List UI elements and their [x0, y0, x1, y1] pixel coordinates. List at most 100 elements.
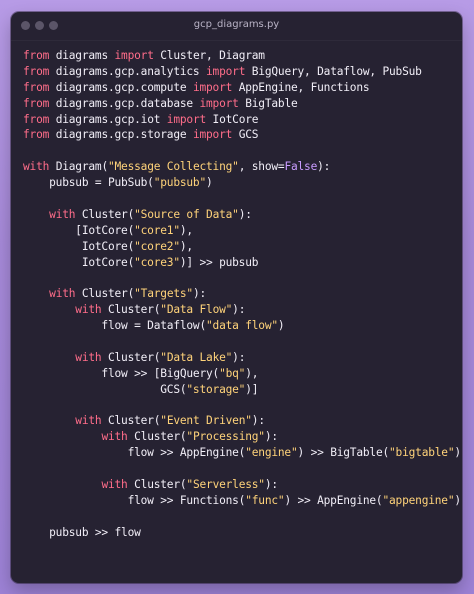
code-keyword: import	[192, 128, 233, 142]
code-keyword: from	[23, 96, 50, 110]
code-string: "bigtable"	[389, 446, 455, 460]
code-text: GCS(	[23, 382, 187, 396]
code-line: with Cluster("Serverless"):	[23, 477, 461, 493]
code-text: IotCore(	[23, 239, 135, 253]
code-keyword: with	[49, 287, 76, 301]
code-text: flow >> Functions(	[23, 493, 246, 507]
code-line: IotCore("core3")] >> pubsub	[23, 255, 461, 271]
code-string: "appengine"	[382, 493, 455, 507]
code-string: "Targets"	[134, 287, 193, 301]
code-text: pubsub = PubSub(	[23, 176, 154, 190]
code-string: "Event Driven"	[160, 414, 252, 428]
code-keyword: with	[75, 350, 102, 364]
code-line: flow >> AppEngine("engine") >> BigTable(…	[23, 445, 462, 461]
code-keyword: from	[23, 80, 50, 94]
code-text: diagrams.gcp.storage	[49, 128, 193, 142]
code-string: "bq"	[219, 366, 246, 380]
code-text: flow = Dataflow(	[23, 319, 206, 333]
code-line: from diagrams.gcp.analytics import BigQu…	[23, 64, 461, 80]
code-text: Cluster(	[75, 287, 135, 301]
code-string: "Message Collecting"	[107, 160, 239, 174]
code-text: Cluster(	[127, 478, 187, 492]
code-line: with Cluster("Source of Data"):	[23, 207, 461, 223]
code-text: ):	[317, 160, 331, 174]
title-bar: gcp_diagrams.py	[11, 12, 462, 41]
code-string: "core1"	[134, 223, 180, 237]
code-text: ):	[192, 287, 207, 301]
code-string: "Data Flow"	[160, 303, 233, 317]
code-text: flow >> [BigQuery(	[23, 366, 220, 380]
code-text: BigTable	[238, 96, 298, 110]
code-string: "Data Lake"	[160, 350, 233, 364]
code-string: "func"	[245, 493, 285, 507]
code-text: ) >> BigTable(	[297, 446, 390, 460]
code-keyword: with	[75, 303, 102, 317]
code-line: from diagrams.gcp.database import BigTab…	[23, 96, 461, 112]
code-text: )] >> pubsub	[179, 255, 259, 269]
editor-window: gcp_diagrams.py from diagrams import Clu…	[11, 12, 462, 583]
code-text: pubsub >> flow	[23, 525, 141, 539]
code-string: "engine"	[245, 446, 298, 460]
code-line: GCS("storage")]	[23, 382, 461, 398]
code-keyword: import	[166, 112, 207, 126]
code-text: ),	[245, 366, 259, 380]
code-line: with Cluster("Event Driven"):	[23, 413, 461, 429]
code-keyword: from	[23, 112, 50, 126]
code-string: "core2"	[134, 239, 180, 253]
code-text: Diagram(	[49, 160, 108, 174]
code-text: ):	[238, 207, 252, 221]
code-text: AppEngine, Functions	[232, 80, 370, 94]
code-keyword: import	[199, 96, 239, 110]
code-text: IotCore	[206, 112, 259, 126]
code-keyword: with	[101, 430, 128, 444]
code-text: ) >> AppEngine(	[284, 493, 383, 507]
code-line: with Cluster("Data Flow"):	[23, 302, 461, 318]
code-editor[interactable]: from diagrams import Cluster, Diagram fro…	[23, 48, 461, 541]
code-text: BigQuery, Dataflow, PubSub	[245, 64, 422, 78]
code-line: [IotCore("core1"),	[23, 223, 461, 239]
code-text: ):	[264, 430, 278, 444]
code-keyword: with	[49, 207, 76, 221]
code-line: with Cluster("Data Lake"):	[23, 350, 461, 366]
code-text: Cluster, Diagram	[153, 49, 265, 62]
code-text: ):	[264, 478, 278, 492]
code-text: Cluster(	[101, 414, 161, 428]
code-string: "Source of Data"	[134, 207, 239, 221]
code-string: "Processing"	[186, 430, 265, 444]
code-string: "data flow"	[206, 319, 278, 333]
code-text: ),	[179, 223, 193, 237]
code-text: )	[454, 446, 461, 460]
code-keyword: with	[101, 478, 128, 492]
code-text: Cluster(	[101, 350, 161, 364]
code-line: flow >> Functions("func") >> AppEngine("…	[23, 493, 462, 509]
code-keyword: import	[192, 80, 233, 94]
code-line: IotCore("core2"),	[23, 239, 461, 255]
code-keyword: with	[75, 414, 102, 428]
code-text: GCS	[232, 128, 259, 142]
code-text: ),	[179, 239, 193, 253]
code-text: ):	[251, 414, 265, 428]
code-text: Cluster(	[75, 207, 135, 221]
code-keyword: import	[114, 49, 154, 62]
code-string: "Serverless"	[186, 478, 265, 492]
code-text: , show=	[238, 160, 285, 174]
code-text: )]	[245, 382, 259, 396]
code-string: "storage"	[186, 382, 246, 396]
code-text: Cluster(	[127, 430, 187, 444]
code-text: )	[454, 493, 461, 507]
code-line: pubsub >> flow	[23, 525, 461, 541]
code-keyword: from	[23, 49, 50, 62]
code-line: from diagrams.gcp.storage import GCS	[23, 127, 461, 143]
code-text: diagrams.gcp.iot	[49, 112, 167, 126]
code-string: "pubsub"	[153, 176, 207, 190]
code-text: diagrams	[49, 49, 115, 62]
code-text: [IotCore(	[23, 223, 135, 237]
code-keyword: from	[23, 64, 50, 78]
